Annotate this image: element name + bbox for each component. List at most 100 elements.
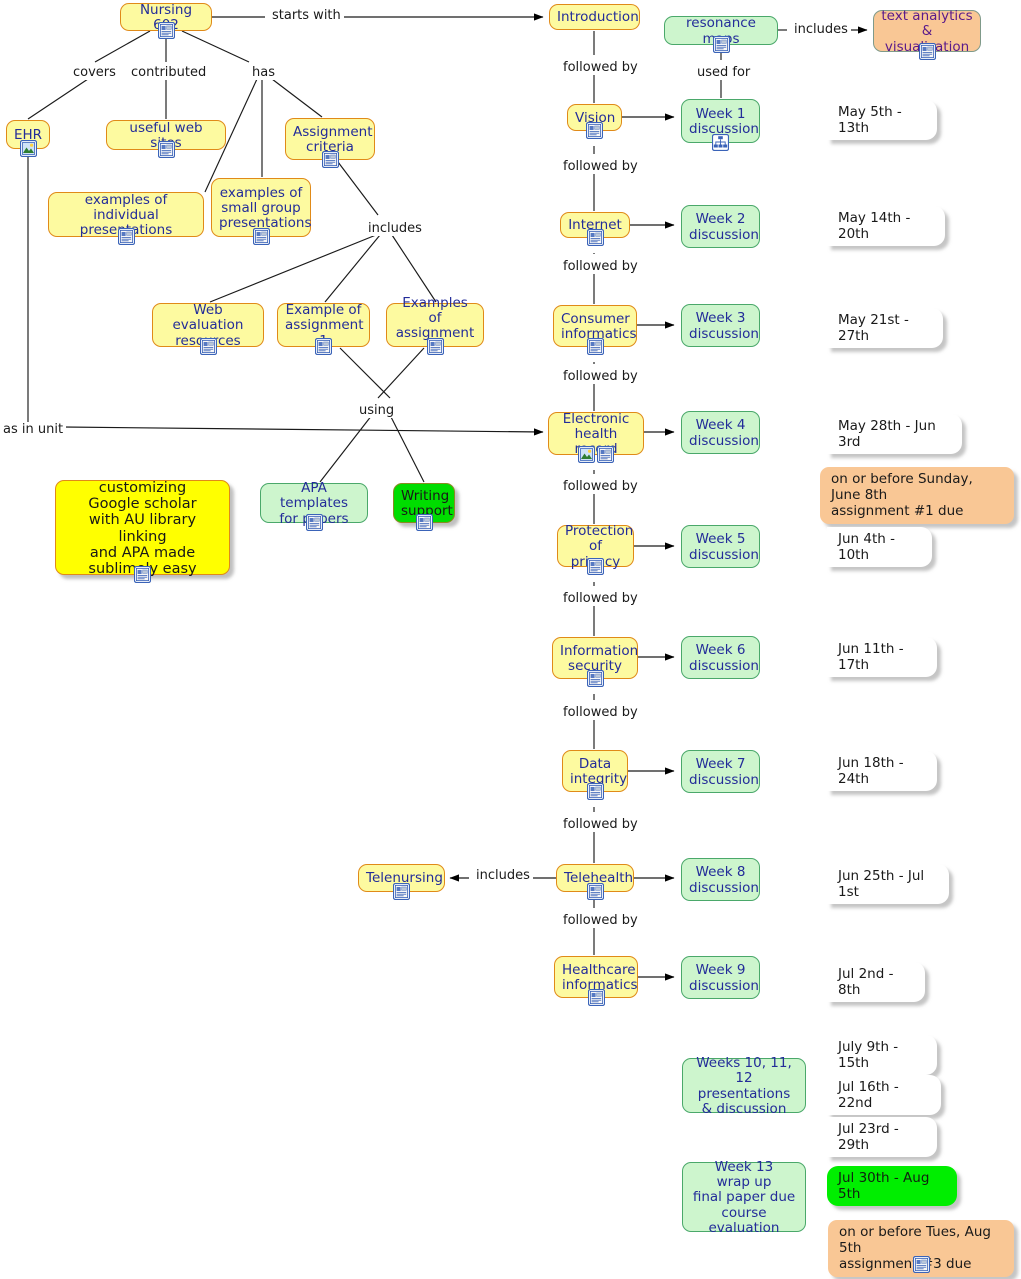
edge-label-followed-by-5: followed by — [560, 479, 641, 494]
node-label: Week 1 discussion — [689, 105, 759, 137]
node-week2[interactable]: Week 2 discussion — [681, 205, 760, 248]
node-icons — [305, 514, 323, 531]
node-icons — [586, 229, 604, 246]
document-icon[interactable] — [597, 446, 614, 463]
document-icon[interactable] — [157, 141, 175, 158]
chip-date-week2: May 14th - 20th — [827, 206, 945, 247]
chip-label: May 21st - 27th — [838, 312, 909, 345]
node-icons — [586, 670, 604, 687]
document-icon[interactable] — [586, 338, 604, 355]
chip-label: Jul 16th - 22nd — [838, 1079, 899, 1112]
chip-date-week12: Jul 23rd - 29th — [827, 1117, 937, 1158]
node-label: Week 7 discussion — [689, 756, 759, 788]
chip-date-week6: Jun 11th - 17th — [827, 637, 937, 678]
node-label: examples of small group presentations — [219, 184, 312, 232]
document-icon[interactable] — [918, 43, 936, 60]
node-icons — [134, 566, 151, 583]
document-icon[interactable] — [315, 338, 332, 355]
chip-date-week7: Jun 18th - 24th — [827, 751, 937, 792]
picture-icon[interactable] — [19, 140, 37, 157]
node-weeks101112[interactable]: Weeks 10, 11, 12 presentations & discuss… — [682, 1056, 806, 1116]
edge-label-followed-by-2: followed by — [560, 159, 641, 174]
document-icon[interactable] — [117, 228, 135, 245]
document-icon[interactable] — [587, 989, 605, 1006]
document-icon[interactable] — [913, 1256, 930, 1273]
edge-label-followed-by-6: followed by — [560, 591, 641, 606]
chip-label: Jun 4th - 10th — [838, 531, 895, 564]
node-label: customizing Google scholar with AU libra… — [88, 479, 197, 577]
node-icons — [586, 338, 604, 355]
node-introduction[interactable]: Introduction — [549, 4, 640, 30]
chip-label: Jul 30th - Aug 5th — [838, 1170, 930, 1203]
chip-date-week8: Jun 25th - Jul 1st — [827, 864, 949, 905]
document-icon[interactable] — [415, 514, 433, 531]
node-icons — [587, 558, 604, 575]
document-icon[interactable] — [321, 151, 339, 168]
document-icon[interactable] — [586, 229, 604, 246]
chip-label: May 14th - 20th — [838, 210, 911, 243]
node-label: Introduction — [557, 9, 639, 26]
document-icon[interactable] — [199, 338, 217, 355]
picture-icon[interactable] — [578, 446, 595, 463]
document-icon[interactable] — [252, 228, 270, 245]
node-label: Week 6 discussion — [689, 642, 759, 674]
document-icon[interactable] — [587, 558, 604, 575]
chip-label: Jul 2nd - 8th — [838, 966, 894, 999]
chip-assignment1-due: on or before Sunday, June 8th assignment… — [820, 467, 1014, 524]
node-icons — [426, 338, 444, 355]
node-icons — [199, 338, 217, 355]
edge-label-includes-assign: includes — [365, 221, 425, 236]
node-customizing[interactable]: customizing Google scholar with AU libra… — [55, 479, 230, 577]
chip-label: Jul 23rd - 29th — [838, 1121, 899, 1154]
edge-label-includes-res: includes — [791, 22, 851, 37]
edge-label-followed-by-9: followed by — [560, 913, 641, 928]
chip-date-week3: May 21st - 27th — [827, 308, 943, 349]
node-week4[interactable]: Week 4 discussion — [681, 411, 760, 454]
node-week6[interactable]: Week 6 discussion — [681, 636, 760, 679]
node-icons — [586, 783, 604, 800]
edge-label-followed-by-7: followed by — [560, 705, 641, 720]
node-icons — [19, 140, 37, 157]
node-label: Week 4 discussion — [689, 417, 759, 449]
chip-date-week10: July 9th - 15th — [827, 1035, 937, 1076]
node-week7[interactable]: Week 7 discussion — [681, 750, 760, 793]
node-icons — [315, 338, 332, 355]
edge-label-covers: covers — [70, 65, 119, 80]
chip-label: on or before Sunday, June 8th assignment… — [831, 471, 973, 520]
node-icons — [321, 151, 339, 168]
node-week9[interactable]: Week 9 discussion — [681, 956, 760, 999]
document-icon[interactable] — [712, 36, 730, 53]
node-icons — [712, 36, 730, 53]
node-icons — [415, 514, 433, 531]
node-week8[interactable]: Week 8 discussion — [681, 858, 760, 901]
document-icon[interactable] — [305, 514, 323, 531]
node-week5[interactable]: Week 5 discussion — [681, 525, 760, 568]
node-icons — [117, 228, 135, 245]
edge-label-includes-tele: includes — [473, 868, 533, 883]
node-icons — [586, 122, 603, 139]
chip-label: Jun 18th - 24th — [838, 755, 904, 788]
chip-date-week11: Jul 16th - 22nd — [827, 1075, 941, 1116]
document-icon[interactable] — [134, 566, 151, 583]
concept-map-canvas: Nursing 602EHRuseful web sitesAssignment… — [0, 0, 1021, 1279]
node-icons — [578, 446, 614, 463]
document-icon[interactable] — [426, 338, 444, 355]
node-week13[interactable]: Week 13 wrap up final paper due course e… — [682, 1160, 806, 1235]
edge-label-used-for: used for — [694, 65, 754, 80]
edge-label-as-in-unit: as in unit — [0, 422, 67, 437]
edge-label-followed-by-3: followed by — [560, 259, 641, 274]
document-icon[interactable] — [586, 783, 604, 800]
node-week3[interactable]: Week 3 discussion — [681, 304, 760, 347]
document-icon[interactable] — [157, 22, 175, 39]
node-icons — [157, 22, 175, 39]
document-icon[interactable] — [586, 883, 604, 900]
chip-date-week9: Jul 2nd - 8th — [827, 962, 925, 1003]
edge-label-followed-by-8: followed by — [560, 817, 641, 832]
document-icon[interactable] — [586, 670, 604, 687]
document-icon[interactable] — [586, 122, 603, 139]
node-icons — [157, 141, 175, 158]
hierarchy-icon[interactable] — [712, 134, 729, 151]
node-icons — [712, 134, 729, 151]
node-label: Week 3 discussion — [689, 310, 759, 342]
document-icon[interactable] — [393, 883, 410, 900]
